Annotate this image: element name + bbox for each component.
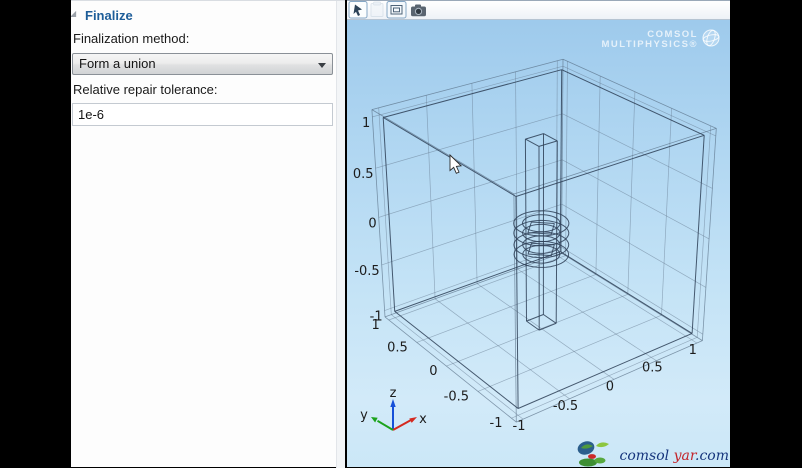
repair-tolerance-label: Relative repair tolerance: [73, 82, 218, 97]
svg-text:0.5: 0.5 [387, 340, 408, 355]
svg-text:-0.5: -0.5 [444, 389, 469, 404]
comsol-globe-icon [700, 27, 722, 49]
svg-text:0: 0 [606, 379, 614, 394]
svg-text:0.5: 0.5 [353, 167, 374, 182]
svg-text:1: 1 [689, 343, 697, 358]
svg-text:1: 1 [372, 318, 380, 333]
letterbox-left [0, 0, 71, 467]
image-snapshot-camera-icon[interactable] [411, 5, 426, 17]
axis-grid-walls [372, 61, 716, 419]
finalization-method-select[interactable]: Form a union [72, 53, 333, 75]
axis-box-edges [372, 59, 716, 422]
svg-text:0: 0 [429, 364, 437, 379]
chevron-down-icon[interactable] [318, 63, 326, 72]
section-title: Finalize [85, 8, 133, 23]
comsol-watermark: COMSOL MULTIPHYSICS® [601, 30, 698, 50]
comsolyar-brand: comsol yar.com [573, 437, 729, 467]
comsolyar-logo-icon [573, 437, 615, 467]
svg-text:-0.5: -0.5 [553, 399, 578, 414]
letterbox-right [730, 0, 802, 467]
mouse-cursor [450, 155, 461, 173]
svg-text:0: 0 [368, 216, 376, 231]
application-window: ◢ Finalize Finalization method: Form a u… [0, 0, 802, 467]
clipboard-icon[interactable] [371, 2, 383, 17]
finalization-method-label: Finalization method: [73, 31, 189, 46]
svg-text:0.5: 0.5 [642, 361, 663, 376]
repair-tolerance-input[interactable] [72, 103, 333, 126]
panel-scrollbar-track [336, 1, 345, 468]
settings-panel: ◢ Finalize Finalization method: Form a u… [71, 0, 345, 467]
comsolyar-text: comsol yar.com [619, 448, 729, 464]
svg-text:z: z [390, 386, 397, 401]
svg-text:-1: -1 [490, 416, 503, 431]
svg-text:x: x [419, 412, 427, 427]
svg-text:1: 1 [362, 116, 370, 131]
graphics-viewport: 10.50-0.5-110.50-0.5-1-1-0.500.51zxy COM… [347, 20, 730, 467]
zoom-extents-button[interactable] [387, 2, 406, 19]
graphics-toolbar [347, 0, 730, 20]
pointer-tool-button[interactable] [349, 2, 367, 19]
axis-tick-labels: 10.50-0.5-110.50-0.5-1-1-0.500.51 [353, 116, 697, 434]
svg-text:y: y [360, 408, 368, 423]
geometry-square-loops [528, 222, 554, 256]
3d-scene-canvas[interactable]: 10.50-0.5-110.50-0.5-1-1-0.500.51zxy [347, 20, 730, 467]
finalization-method-value: Form a union [73, 54, 332, 74]
coordinate-triad-icon: z x y [360, 386, 427, 430]
svg-text:-0.5: -0.5 [354, 264, 379, 279]
svg-text:-1: -1 [513, 419, 526, 434]
